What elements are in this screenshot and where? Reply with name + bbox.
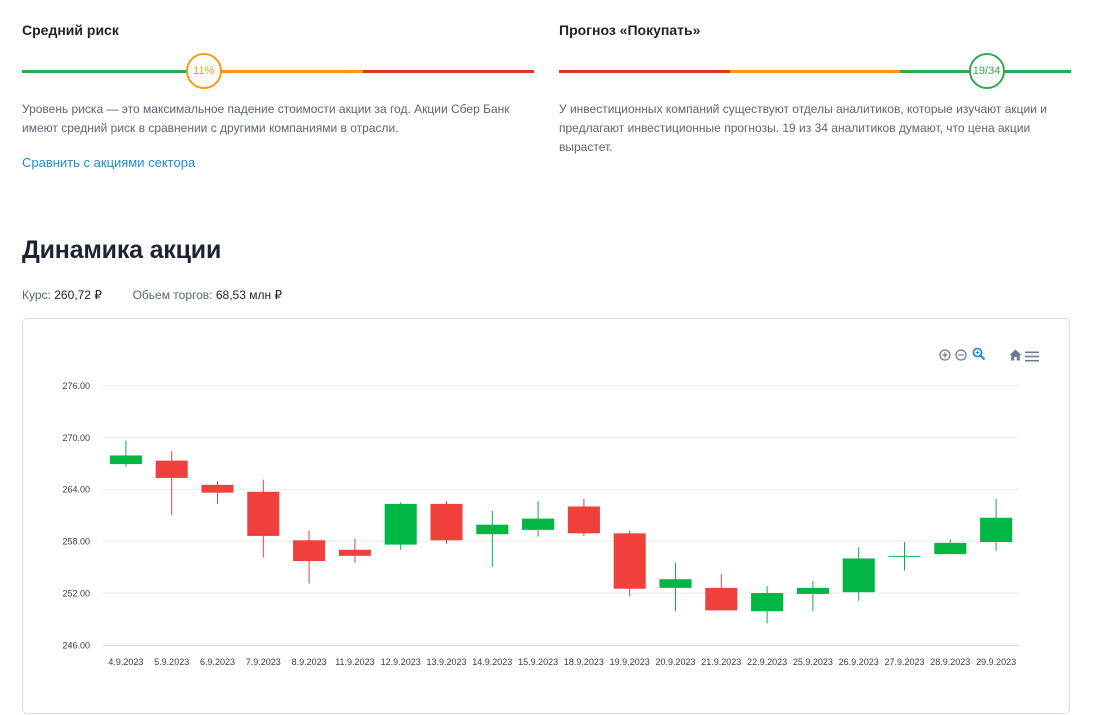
x-tick-label: 7.9.2023 (246, 657, 281, 667)
candle-body (567, 506, 600, 534)
x-tick-label: 19.9.2023 (610, 657, 650, 667)
risk-scale-high (363, 70, 534, 73)
candlestick-chart: 246.00 252.00 258.00 264.00 270.00 276.00 4.9.… (62, 381, 1019, 667)
compare-sector-link[interactable]: Сравнить с акциями сектора (22, 155, 195, 170)
forecast-scale-hold (730, 70, 900, 73)
candle-body (751, 593, 784, 612)
forecast-indicator: 19/34 (968, 53, 1005, 89)
x-tick-label: 29.9.2023 (976, 657, 1016, 667)
price-label: Курс: (22, 288, 51, 302)
risk-indicator: 11% (185, 53, 222, 89)
x-tick-label: 8.9.2023 (292, 657, 327, 667)
forecast-title: Прогноз «Покупать» (559, 22, 701, 38)
x-tick-label: 21.9.2023 (701, 657, 741, 667)
candle (155, 451, 188, 516)
candle (613, 530, 646, 597)
candle-body (705, 587, 738, 611)
candle-body (293, 540, 326, 562)
price-value: 260,72 ₽ (54, 288, 102, 302)
x-tick-label: 18.9.2023 (564, 657, 604, 667)
candle-body (522, 518, 555, 530)
candle-body (155, 460, 188, 478)
x-tick-label: 26.9.2023 (839, 657, 879, 667)
y-tick-label: 270.00 (62, 433, 90, 443)
x-tick-label: 20.9.2023 (655, 657, 695, 667)
candle (705, 574, 738, 611)
x-tick-label: 15.9.2023 (518, 657, 558, 667)
risk-description: Уровень риска — это максимальное падение… (22, 102, 510, 135)
candle-body (338, 549, 371, 556)
risk-title: Средний риск (22, 22, 119, 38)
risk-scale-low (22, 70, 193, 73)
x-tick-label: 11.9.2023 (335, 657, 374, 667)
risk-block: Средний риск 11% Уровень риска — это мак… (22, 22, 534, 182)
candle (980, 498, 1013, 551)
forecast-description: У инвестиционных компаний существуют отд… (559, 102, 1047, 154)
forecast-block: Прогноз «Покупать» 19/34 У инвестиционны… (559, 22, 1071, 154)
candle (247, 479, 280, 558)
candle (751, 586, 784, 624)
candle-body (109, 455, 142, 465)
y-tick-label: 258.00 (62, 537, 90, 547)
candle-body (842, 558, 875, 593)
x-tick-label: 22.9.2023 (747, 657, 787, 667)
candle (567, 498, 600, 536)
y-tick-label: 246.00 (62, 641, 90, 651)
candle-body (796, 587, 829, 594)
candle (659, 562, 692, 612)
risk-scale (22, 70, 534, 73)
candle (888, 541, 921, 571)
candle (338, 538, 371, 563)
candle-body (384, 503, 417, 545)
volume-label: Обьем торгов: (132, 288, 213, 302)
x-tick-label: 6.9.2023 (200, 657, 235, 667)
candle-body (613, 533, 646, 589)
x-tick-label: 4.9.2023 (108, 657, 143, 667)
dynamics-meta: Курс: 260,72 ₽ Обьем торгов: 68,53 млн ₽ (22, 288, 282, 302)
candle (522, 501, 555, 537)
x-tick-label: 13.9.2023 (426, 657, 466, 667)
chart-container: 246.00 252.00 258.00 264.00 270.00 276.00 4.9.… (22, 318, 1070, 714)
volume-value: 68,53 млн ₽ (215, 288, 283, 302)
candle-body (934, 542, 967, 555)
candle-body (888, 555, 921, 557)
candle (201, 481, 234, 504)
y-tick-label: 252.00 (62, 589, 90, 599)
candle-body (476, 524, 509, 535)
y-tick-label: 264.00 (62, 485, 90, 495)
candle (384, 502, 417, 550)
x-tick-label: 27.9.2023 (884, 657, 924, 667)
x-tick-label: 25.9.2023 (793, 657, 833, 667)
x-tick-label: 12.9.2023 (381, 657, 421, 667)
dynamics-title: Динамика акции (22, 236, 222, 264)
y-tick-label: 276.00 (62, 381, 90, 391)
candle (476, 510, 509, 568)
candle-body (659, 579, 692, 588)
x-tick-label: 14.9.2023 (472, 657, 512, 667)
x-tick-label: 28.9.2023 (930, 657, 970, 667)
candle-body (980, 517, 1013, 542)
candle (430, 501, 463, 544)
candle (796, 580, 829, 612)
candle-body (430, 503, 463, 541)
candle (109, 440, 142, 467)
candle-body (201, 484, 234, 493)
forecast-scale-sell (559, 70, 730, 73)
candle (293, 530, 326, 584)
x-tick-label: 5.9.2023 (154, 657, 189, 667)
candle-body (247, 491, 280, 536)
